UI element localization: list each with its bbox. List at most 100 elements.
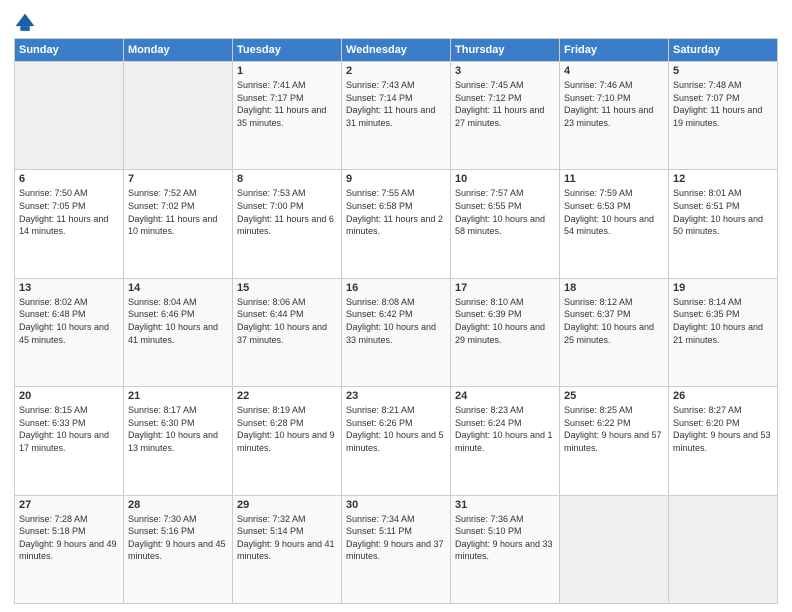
day-info: Sunrise: 8:23 AM Sunset: 6:24 PM Dayligh… xyxy=(455,404,555,454)
day-number: 9 xyxy=(346,173,446,185)
calendar-cell: 25 Sunrise: 8:25 AM Sunset: 6:22 PM Dayli… xyxy=(560,387,669,495)
day-number: 1 xyxy=(237,65,337,77)
day-info: Sunrise: 7:50 AM Sunset: 7:05 PM Dayligh… xyxy=(19,187,119,237)
day-number: 5 xyxy=(673,65,773,77)
calendar-cell: 3 Sunrise: 7:45 AM Sunset: 7:12 PM Daylig… xyxy=(451,62,560,170)
day-number: 15 xyxy=(237,282,337,294)
day-info: Sunrise: 7:36 AM Sunset: 5:10 PM Dayligh… xyxy=(455,513,555,563)
day-info: Sunrise: 7:30 AM Sunset: 5:16 PM Dayligh… xyxy=(128,513,228,563)
day-number: 16 xyxy=(346,282,446,294)
calendar-cell: 8Sunrise: 7:53 AM Sunset: 7:00 PM Daylig… xyxy=(233,170,342,278)
day-info: Sunrise: 8:10 AM Sunset: 6:39 PM Dayligh… xyxy=(455,296,555,346)
calendar-cell: 2 Sunrise: 7:43 AM Sunset: 7:14 PM Daylig… xyxy=(342,62,451,170)
day-info: Sunrise: 7:45 AM Sunset: 7:12 PM Dayligh… xyxy=(455,79,555,129)
day-info: Sunrise: 7:48 AM Sunset: 7:07 PM Dayligh… xyxy=(673,79,773,129)
day-info: Sunrise: 8:06 AM Sunset: 6:44 PM Dayligh… xyxy=(237,296,337,346)
day-number: 28 xyxy=(128,499,228,511)
day-number: 18 xyxy=(564,282,664,294)
calendar-cell: 12 Sunrise: 8:01 AM Sunset: 6:51 PM Dayli… xyxy=(669,170,778,278)
logo-area xyxy=(14,12,40,34)
day-number: 8 xyxy=(237,173,337,185)
day-number: 20 xyxy=(19,390,119,402)
week-row-1: 1 Sunrise: 7:41 AM Sunset: 7:17 PM Daylig… xyxy=(15,62,778,170)
day-info: Sunrise: 8:12 AM Sunset: 6:37 PM Dayligh… xyxy=(564,296,664,346)
calendar-cell: 10 Sunrise: 7:57 AM Sunset: 6:55 PM Dayli… xyxy=(451,170,560,278)
week-row-4: 20 Sunrise: 8:15 AM Sunset: 6:33 PM Dayli… xyxy=(15,387,778,495)
calendar-cell: 17 Sunrise: 8:10 AM Sunset: 6:39 PM Dayli… xyxy=(451,278,560,386)
header xyxy=(14,10,778,34)
day-number: 4 xyxy=(564,65,664,77)
day-info: Sunrise: 8:21 AM Sunset: 6:26 PM Dayligh… xyxy=(346,404,446,454)
logo-icon xyxy=(14,12,36,34)
calendar-cell: 16 Sunrise: 8:08 AM Sunset: 6:42 PM Dayli… xyxy=(342,278,451,386)
day-number: 29 xyxy=(237,499,337,511)
calendar-body: 1 Sunrise: 7:41 AM Sunset: 7:17 PM Daylig… xyxy=(15,62,778,604)
calendar-cell: 19 Sunrise: 8:14 AM Sunset: 6:35 PM Dayli… xyxy=(669,278,778,386)
day-info: Sunrise: 7:43 AM Sunset: 7:14 PM Dayligh… xyxy=(346,79,446,129)
day-number: 21 xyxy=(128,390,228,402)
calendar-cell: 4 Sunrise: 7:46 AM Sunset: 7:10 PM Daylig… xyxy=(560,62,669,170)
day-info: Sunrise: 7:46 AM Sunset: 7:10 PM Dayligh… xyxy=(564,79,664,129)
day-number: 14 xyxy=(128,282,228,294)
day-info: Sunrise: 8:14 AM Sunset: 6:35 PM Dayligh… xyxy=(673,296,773,346)
day-number: 27 xyxy=(19,499,119,511)
calendar-cell: 29 Sunrise: 7:32 AM Sunset: 5:14 PM Dayli… xyxy=(233,495,342,603)
calendar: SundayMondayTuesdayWednesdayThursdayFrid… xyxy=(14,38,778,604)
week-row-3: 13Sunrise: 8:02 AM Sunset: 6:48 PM Dayli… xyxy=(15,278,778,386)
day-number: 31 xyxy=(455,499,555,511)
calendar-cell: 11 Sunrise: 7:59 AM Sunset: 6:53 PM Dayli… xyxy=(560,170,669,278)
calendar-cell: 30 Sunrise: 7:34 AM Sunset: 5:11 PM Dayli… xyxy=(342,495,451,603)
calendar-cell xyxy=(15,62,124,170)
week-row-5: 27 Sunrise: 7:28 AM Sunset: 5:18 PM Dayli… xyxy=(15,495,778,603)
day-number: 24 xyxy=(455,390,555,402)
day-info: Sunrise: 8:01 AM Sunset: 6:51 PM Dayligh… xyxy=(673,187,773,237)
col-header-tuesday: Tuesday xyxy=(233,39,342,62)
day-number: 25 xyxy=(564,390,664,402)
col-header-monday: Monday xyxy=(124,39,233,62)
day-number: 17 xyxy=(455,282,555,294)
day-info: Sunrise: 8:02 AM Sunset: 6:48 PM Dayligh… xyxy=(19,296,119,346)
calendar-cell: 6Sunrise: 7:50 AM Sunset: 7:05 PM Daylig… xyxy=(15,170,124,278)
day-info: Sunrise: 8:19 AM Sunset: 6:28 PM Dayligh… xyxy=(237,404,337,454)
day-info: Sunrise: 8:15 AM Sunset: 6:33 PM Dayligh… xyxy=(19,404,119,454)
day-number: 7 xyxy=(128,173,228,185)
day-info: Sunrise: 7:32 AM Sunset: 5:14 PM Dayligh… xyxy=(237,513,337,563)
day-info: Sunrise: 8:17 AM Sunset: 6:30 PM Dayligh… xyxy=(128,404,228,454)
calendar-cell: 7 Sunrise: 7:52 AM Sunset: 7:02 PM Daylig… xyxy=(124,170,233,278)
calendar-cell: 13Sunrise: 8:02 AM Sunset: 6:48 PM Dayli… xyxy=(15,278,124,386)
col-header-wednesday: Wednesday xyxy=(342,39,451,62)
calendar-cell: 9Sunrise: 7:55 AM Sunset: 6:58 PM Daylig… xyxy=(342,170,451,278)
calendar-cell: 22 Sunrise: 8:19 AM Sunset: 6:28 PM Dayli… xyxy=(233,387,342,495)
calendar-cell: 15 Sunrise: 8:06 AM Sunset: 6:44 PM Dayli… xyxy=(233,278,342,386)
calendar-cell: 26 Sunrise: 8:27 AM Sunset: 6:20 PM Dayli… xyxy=(669,387,778,495)
calendar-cell: 28 Sunrise: 7:30 AM Sunset: 5:16 PM Dayli… xyxy=(124,495,233,603)
day-number: 2 xyxy=(346,65,446,77)
day-info: Sunrise: 7:57 AM Sunset: 6:55 PM Dayligh… xyxy=(455,187,555,237)
calendar-header-row: SundayMondayTuesdayWednesdayThursdayFrid… xyxy=(15,39,778,62)
calendar-cell: 14Sunrise: 8:04 AM Sunset: 6:46 PM Dayli… xyxy=(124,278,233,386)
day-number: 22 xyxy=(237,390,337,402)
day-info: Sunrise: 7:28 AM Sunset: 5:18 PM Dayligh… xyxy=(19,513,119,563)
day-info: Sunrise: 7:52 AM Sunset: 7:02 PM Dayligh… xyxy=(128,187,228,237)
page: SundayMondayTuesdayWednesdayThursdayFrid… xyxy=(0,0,792,612)
day-info: Sunrise: 8:08 AM Sunset: 6:42 PM Dayligh… xyxy=(346,296,446,346)
day-info: Sunrise: 7:34 AM Sunset: 5:11 PM Dayligh… xyxy=(346,513,446,563)
day-number: 19 xyxy=(673,282,773,294)
calendar-cell: 21 Sunrise: 8:17 AM Sunset: 6:30 PM Dayli… xyxy=(124,387,233,495)
calendar-cell: 5 Sunrise: 7:48 AM Sunset: 7:07 PM Daylig… xyxy=(669,62,778,170)
day-info: Sunrise: 7:41 AM Sunset: 7:17 PM Dayligh… xyxy=(237,79,337,129)
day-info: Sunrise: 7:59 AM Sunset: 6:53 PM Dayligh… xyxy=(564,187,664,237)
col-header-friday: Friday xyxy=(560,39,669,62)
calendar-cell xyxy=(560,495,669,603)
day-number: 26 xyxy=(673,390,773,402)
col-header-saturday: Saturday xyxy=(669,39,778,62)
day-number: 12 xyxy=(673,173,773,185)
day-number: 3 xyxy=(455,65,555,77)
calendar-cell: 1 Sunrise: 7:41 AM Sunset: 7:17 PM Daylig… xyxy=(233,62,342,170)
calendar-cell: 23Sunrise: 8:21 AM Sunset: 6:26 PM Dayli… xyxy=(342,387,451,495)
day-info: Sunrise: 8:25 AM Sunset: 6:22 PM Dayligh… xyxy=(564,404,664,454)
day-number: 10 xyxy=(455,173,555,185)
day-info: Sunrise: 8:27 AM Sunset: 6:20 PM Dayligh… xyxy=(673,404,773,454)
day-number: 30 xyxy=(346,499,446,511)
day-number: 11 xyxy=(564,173,664,185)
